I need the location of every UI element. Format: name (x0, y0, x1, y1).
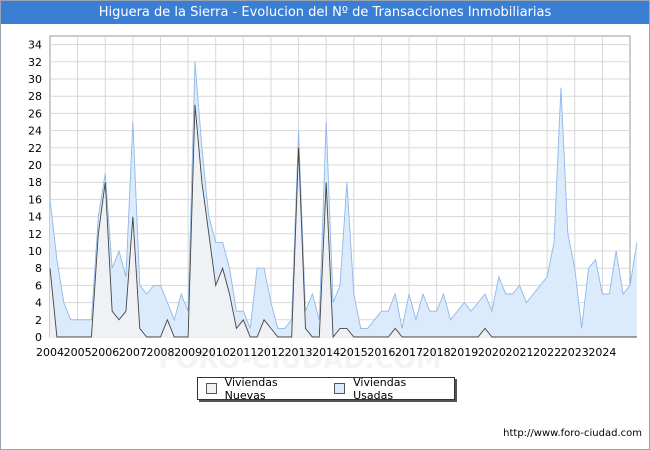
x-tick-label: 2010 (202, 346, 230, 359)
y-tick-label: 24 (28, 125, 42, 138)
legend: Viviendas Nuevas Viviendas Usadas (197, 376, 455, 402)
legend-label-usadas: Viviendas Usadas (353, 375, 407, 402)
y-tick-label: 26 (28, 107, 42, 120)
x-tick-label: 2005 (64, 346, 92, 359)
x-tick-label: 2019 (450, 346, 478, 359)
y-tick-label: 12 (28, 228, 42, 241)
y-axis: 0246810121416182022242628303234 (28, 39, 42, 344)
x-tick-label: 2023 (561, 346, 589, 359)
x-tick-label: 2021 (506, 346, 534, 359)
x-tick-label: 2009 (174, 346, 202, 359)
y-tick-label: 22 (28, 142, 42, 155)
source-link[interactable]: http://www.foro-ciudad.com (503, 428, 642, 439)
legend-swatch-usadas (334, 383, 346, 394)
y-tick-label: 10 (28, 245, 42, 258)
legend-item-usadas: Viviendas Usadas (334, 376, 446, 402)
x-tick-label: 2006 (91, 346, 119, 359)
x-axis: 2004 2005 2006 2007 2008 2009 2010 2011 2012 2013… (36, 346, 616, 359)
y-tick-label: 18 (28, 176, 42, 189)
y-tick-label: 6 (35, 279, 42, 292)
y-tick-label: 16 (28, 193, 42, 206)
x-tick-label: 2007 (119, 346, 147, 359)
x-tick-label: 2012 (257, 346, 285, 359)
y-tick-label: 0 (35, 331, 42, 344)
x-tick-label: 2014 (312, 346, 340, 359)
x-tick-label: 2008 (146, 346, 174, 359)
x-tick-label: 2017 (395, 346, 423, 359)
x-tick-label: 2011 (229, 346, 257, 359)
y-tick-label: 30 (28, 73, 42, 86)
legend-item-nuevas: Viviendas Nuevas (206, 376, 318, 402)
x-tick-label: 2004 (36, 346, 64, 359)
x-tick-label: 2020 (478, 346, 506, 359)
y-tick-label: 32 (28, 56, 42, 69)
x-tick-label: 2015 (340, 346, 368, 359)
y-tick-label: 28 (28, 90, 42, 103)
x-tick-label: 2013 (285, 346, 313, 359)
y-tick-label: 20 (28, 159, 42, 172)
y-tick-label: 2 (35, 314, 42, 327)
x-tick-label: 2024 (588, 346, 616, 359)
legend-label-nuevas: Viviendas Nuevas (224, 375, 278, 402)
y-tick-label: 4 (35, 297, 42, 310)
y-tick-label: 8 (35, 262, 42, 275)
x-tick-label: 2018 (423, 346, 451, 359)
legend-swatch-nuevas (206, 383, 217, 394)
y-tick-label: 34 (28, 39, 42, 52)
y-tick-label: 14 (28, 211, 42, 224)
x-tick-label: 2016 (367, 346, 395, 359)
x-tick-label: 2022 (533, 346, 561, 359)
